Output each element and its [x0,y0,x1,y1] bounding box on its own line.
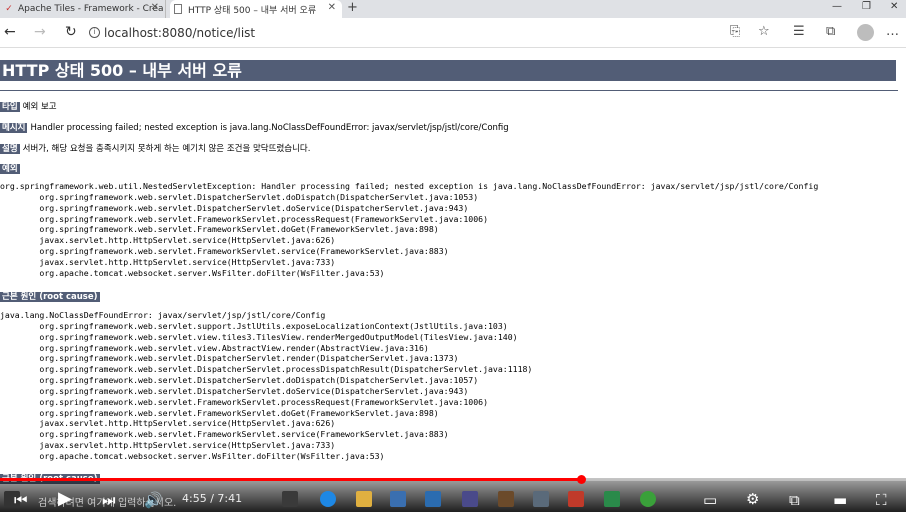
description-label: 설명 [0,144,20,154]
theater-icon[interactable]: ▬ [833,491,847,509]
minimize-icon[interactable]: — [832,0,842,14]
description-row: 설명 서버가, 해당 요청을 충족시키지 못하게 하는 예기치 않은 조건을 맞닥… [0,142,310,154]
app-icon[interactable] [568,491,584,507]
error-page: HTTP 상태 500 – 내부 서버 오류 타입 예외 보고 메시지 Handle… [0,48,906,488]
more-menu-icon[interactable]: … [886,25,899,39]
restore-icon[interactable]: ❐ [862,0,871,14]
trace-line: org.apache.tomcat.websocket.server.WsFil… [0,267,385,278]
app-icon[interactable] [533,491,549,507]
address-bar-row: ← → ↻ i localhost:8080/notice/list ⎘ ☆ ☰… [0,18,906,48]
type-label: 타입 [0,102,20,112]
app-icon[interactable] [462,491,478,507]
forward-arrow-icon[interactable]: → [34,24,46,40]
tab-label: HTTP 상태 500 – 내부 서버 오류 [188,5,317,16]
exception-label: 예외 [0,164,20,174]
trace-line: org.springframework.web.servlet.Dispatch… [0,375,479,386]
tab-apache-tiles[interactable]: ✓ Apache Tiles - Framework - Crea ✕ [0,0,166,18]
trace-line: org.springframework.web.servlet.Framewor… [0,213,488,224]
trace-line: org.springframework.web.servlet.Framewor… [0,429,449,440]
divider [0,90,898,91]
trace-line: org.springframework.web.servlet.Dispatch… [0,353,459,364]
url-field[interactable]: localhost:8080/notice/list [104,26,255,40]
volume-icon[interactable]: 🔊 [144,491,163,509]
trace-line: org.springframework.web.servlet.Dispatch… [0,364,533,375]
description-value: 서버가, 해당 요청을 충족시키지 못하게 하는 예기치 않은 조건을 맞닥뜨렸… [22,144,311,154]
new-tab-icon[interactable]: + [347,0,358,16]
root-cause-row: 근본 원인 (root cause) [0,290,103,302]
mail-icon[interactable] [425,491,441,507]
page-title: HTTP 상태 500 – 내부 서버 오류 [0,60,896,81]
trace-line: javax.servlet.http.HttpServlet.service(H… [0,235,336,246]
file-explorer-icon[interactable] [356,491,372,507]
trace-line: javax.servlet.http.HttpServlet.service(H… [0,440,336,451]
type-value: 예외 보고 [22,102,57,112]
close-tab-icon[interactable]: ✕ [328,2,336,13]
type-row: 타입 예외 보고 [0,100,57,112]
miniplayer-icon[interactable]: ⧉ [789,491,800,509]
message-value: Handler processing failed; nested except… [30,123,509,133]
current-time: 4:55 [182,492,207,505]
store-icon[interactable] [390,491,406,507]
reload-icon[interactable]: ↻ [65,24,77,40]
read-aloud-icon[interactable]: ⎘ [730,25,740,39]
favorite-star-icon[interactable]: ☆ [758,25,770,39]
message-row: 메시지 Handler processing failed; nested exc… [0,121,509,133]
app-icon[interactable] [498,491,514,507]
trace-line: org.springframework.web.servlet.view.til… [0,331,518,342]
collections-icon[interactable]: ⧉ [826,25,835,39]
favorites-list-icon[interactable]: ☰ [793,25,805,39]
trace-line: org.springframework.web.servlet.Dispatch… [0,385,469,396]
app-icon[interactable] [640,491,656,507]
trace-line: org.springframework.web.servlet.Framewor… [0,246,449,257]
total-time: 7:41 [217,492,243,505]
app-icon[interactable] [604,491,620,507]
time-display: 4:55 / 7:41 [182,492,242,505]
time-separator: / [206,492,218,505]
trace-line: org.springframework.web.servlet.Dispatch… [0,202,469,213]
trace-line: org.springframework.web.util.NestedServl… [0,181,819,191]
trace-line: javax.servlet.http.HttpServlet.service(H… [0,418,336,429]
profile-avatar[interactable] [857,24,874,41]
root-cause-stack-trace: java.lang.NoClassDefFoundError: javax/se… [0,310,532,462]
trace-line: javax.servlet.http.HttpServlet.service(H… [0,256,336,267]
site-info-icon[interactable]: i [89,27,100,38]
edge-browser-icon[interactable] [320,491,336,507]
message-label: 메시지 [0,123,28,133]
tab-label: Apache Tiles - Framework - Crea [18,4,164,14]
exception-row: 예외 [0,162,23,174]
skip-previous-icon[interactable]: ⏮ [14,491,28,509]
page-icon [174,4,182,14]
root-cause-label: 근본 원인 (root cause) [0,292,100,302]
progress-fill [0,478,581,481]
trace-line: org.springframework.web.servlet.Dispatch… [0,191,479,202]
back-arrow-icon[interactable]: ← [4,24,16,40]
progress-scrubber[interactable] [577,475,586,484]
settings-icon[interactable]: ⚙ [746,490,759,508]
skip-next-icon[interactable]: ⏭ [102,491,116,509]
fullscreen-icon[interactable]: ⛶ [876,491,887,509]
trace-line: java.lang.NoClassDefFoundError: javax/se… [0,310,326,320]
trace-line: org.springframework.web.servlet.Framewor… [0,396,488,407]
tab-bar: ✓ Apache Tiles - Framework - Crea ✕ HTTP… [0,0,906,18]
close-tab-icon[interactable]: ✕ [151,2,159,13]
window-close-icon[interactable]: ✕ [890,0,898,14]
trace-line: org.springframework.web.servlet.Framewor… [0,407,439,418]
trace-line: org.springframework.web.servlet.support.… [0,320,508,331]
subtitles-icon[interactable]: ▭ [703,491,717,509]
exception-stack-trace: org.springframework.web.util.NestedServl… [0,181,818,279]
tab-favicon-icon: ✓ [5,4,13,14]
tab-http-500[interactable]: HTTP 상태 500 – 내부 서버 오류 ✕ [170,0,342,18]
trace-line: org.apache.tomcat.websocket.server.WsFil… [0,450,385,461]
play-icon[interactable]: ▶ [58,490,72,508]
task-view-icon[interactable] [282,491,298,507]
trace-line: org.springframework.web.servlet.view.Abs… [0,342,429,353]
trace-line: org.springframework.web.servlet.Framewor… [0,224,439,235]
